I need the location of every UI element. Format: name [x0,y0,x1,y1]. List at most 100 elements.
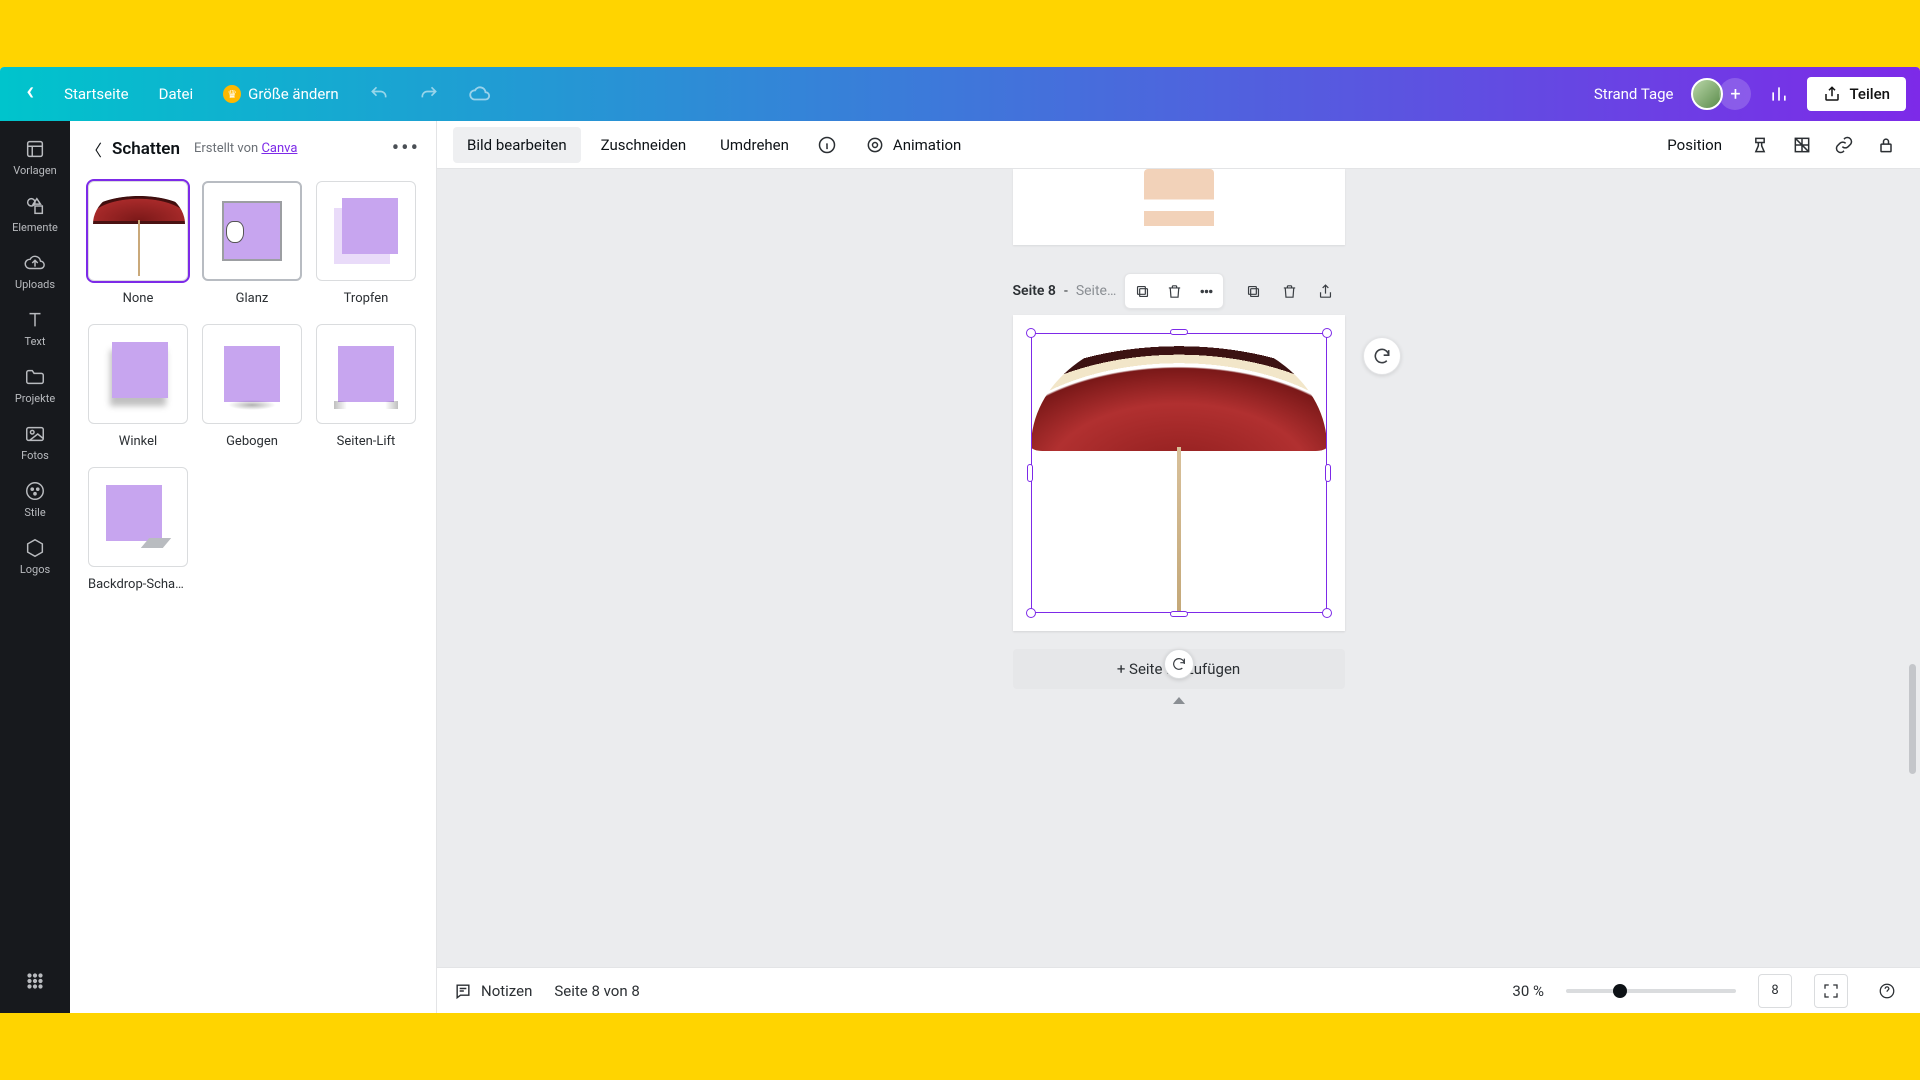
regenerate-button[interactable] [1363,337,1401,375]
rail-photos[interactable]: Fotos [0,414,70,469]
rail-text[interactable]: Text [0,300,70,355]
rail-text-label: Text [25,335,46,348]
canvas-column: Bild bearbeiten Zuschneiden Umdrehen Ani… [437,121,1920,1013]
trail-delete-button[interactable] [1274,276,1304,306]
resize-handle-br[interactable] [1322,608,1332,618]
logos-icon [24,537,46,559]
rail-apps[interactable] [0,961,70,999]
undo-icon [369,84,389,104]
cloud-sync-button[interactable] [457,76,503,112]
rail-elements-label: Elemente [12,221,58,234]
rail-styles[interactable]: Stile [0,471,70,526]
shadow-thumb-seiten [316,324,416,424]
lock-icon [1876,135,1896,155]
rail-uploads[interactable]: Uploads [0,243,70,298]
previous-page-preview[interactable] [1013,169,1345,245]
trail-duplicate-button[interactable] [1238,276,1268,306]
resize-handle-t[interactable] [1170,329,1188,335]
duplicate-icon [1134,283,1151,300]
animation-button[interactable]: Animation [851,126,975,164]
home-button[interactable]: Startseite [52,78,141,110]
shadow-thumb-none [88,181,188,281]
notes-button[interactable]: Notizen [453,981,532,1001]
shadow-thumb-tropfen [316,181,416,281]
uploads-icon [24,252,46,274]
shadow-option-none[interactable]: None [88,181,188,306]
delete-page-button[interactable] [1159,276,1189,306]
rail-templates[interactable]: Vorlagen [0,129,70,184]
zoom-slider[interactable] [1566,989,1736,993]
link-icon [1834,135,1854,155]
flip-button[interactable]: Umdrehen [706,127,803,163]
page-title-label[interactable]: Seite… [1076,283,1117,299]
panel-subtitle: Erstellt von Canva [194,141,297,156]
insights-button[interactable] [1757,77,1801,111]
rail-elements[interactable]: Elemente [0,186,70,241]
zoom-slider-knob[interactable] [1613,984,1627,998]
help-button[interactable] [1870,974,1904,1008]
rotate-handle[interactable] [1164,649,1194,679]
vertical-scrollbar[interactable] [1909,664,1916,774]
refresh-icon [1372,346,1392,366]
page-label-row: Seite 8 - Seite… [1013,273,1345,309]
canvas-area[interactable]: Seite 8 - Seite… [437,169,1920,967]
trail-export-button[interactable] [1310,276,1340,306]
share-button[interactable]: Teilen [1807,77,1906,111]
redo-button[interactable] [407,77,451,111]
fullscreen-button[interactable] [1814,974,1848,1008]
current-page[interactable] [1013,315,1345,631]
transparency-icon [1792,135,1812,155]
shadow-option-label: Seiten-Lift [316,434,416,449]
created-by-link[interactable]: Canva [261,141,297,156]
shadow-option-seiten[interactable]: Seiten-Lift [316,324,416,449]
file-menu[interactable]: Datei [147,78,206,110]
add-collaborator-button[interactable]: + [1719,78,1751,110]
resize-handle-bl[interactable] [1026,608,1036,618]
shadow-options-grid: NoneGlanzTropfen WinkelGebogen Seiten-Lift… [70,173,436,600]
resize-label: Größe ändern [248,85,339,103]
info-button[interactable] [809,127,845,163]
transparency-button[interactable] [1784,127,1820,163]
shadow-option-winkel[interactable]: Winkel [88,324,188,449]
copy-style-button[interactable] [1742,127,1778,163]
shadow-option-gebogen[interactable]: Gebogen [202,324,302,449]
animation-icon [865,135,885,155]
panel-back-button[interactable]: 〈 [86,137,102,161]
app-root: Startseite Datei Größe ändern Strand Tag… [0,67,1920,1013]
photos-icon [24,423,46,445]
undo-button[interactable] [357,77,401,111]
shadow-option-glanz[interactable]: Glanz [202,181,302,306]
panel-more-button[interactable]: ••• [392,136,420,161]
crop-button[interactable]: Zuschneiden [587,127,701,163]
expand-pages-toggle[interactable] [1173,697,1185,704]
position-button[interactable]: Position [1653,127,1736,163]
resize-handle-tl[interactable] [1026,328,1036,338]
project-name[interactable]: Strand Tage [1582,78,1686,110]
shadow-option-tropfen[interactable]: Tropfen [316,181,416,306]
rail-styles-label: Stile [24,506,45,519]
shadow-thumb-gebogen [202,324,302,424]
edit-image-button[interactable]: Bild bearbeiten [453,127,581,163]
browser-chrome-placeholder [0,0,1920,67]
shadow-option-backdrop[interactable]: Backdrop-Schatt… [88,467,188,592]
resize-handle-l[interactable] [1027,464,1033,482]
lock-button[interactable] [1868,127,1904,163]
fullscreen-icon [1822,982,1840,1000]
resize-handle-b[interactable] [1170,611,1188,617]
rotate-icon [1171,656,1187,672]
duplicate-page-button[interactable] [1127,276,1157,306]
zoom-value: 30 % [1512,982,1544,1000]
resize-handle-tr[interactable] [1322,328,1332,338]
export-icon [1317,283,1334,300]
page-more-button[interactable] [1191,276,1221,306]
resize-handle-r[interactable] [1325,464,1331,482]
page-badge[interactable]: 8 [1758,974,1792,1008]
rail-logos[interactable]: Logos [0,528,70,583]
link-button[interactable] [1826,127,1862,163]
rail-projects[interactable]: Projekte [0,357,70,412]
resize-button[interactable]: Größe ändern [211,78,351,110]
rail-photos-label: Fotos [21,449,49,462]
copy-style-icon [1750,135,1770,155]
notes-icon [453,981,473,1001]
back-button[interactable] [14,78,46,110]
